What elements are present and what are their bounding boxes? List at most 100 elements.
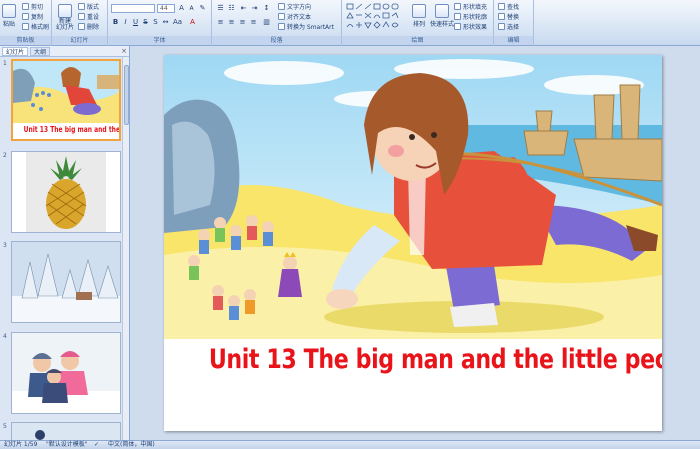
clipboard-group-label: 剪贴板 xyxy=(0,36,51,45)
thumbnail-1-illustration xyxy=(13,61,119,123)
fill-bucket-icon xyxy=(454,3,461,10)
clipboard-group: 粘贴 剪切 复制 格式刷 剪贴板 xyxy=(0,0,52,46)
slide-number: 3 xyxy=(3,242,7,249)
paste-button[interactable]: 粘贴 xyxy=(2,4,16,28)
align-right-button[interactable]: ≡ xyxy=(238,18,247,27)
layout-button[interactable]: 版式 xyxy=(78,2,99,11)
language-indicator: 中文(简体，中国) xyxy=(108,441,155,448)
paste-icon xyxy=(2,4,16,18)
kids-in-snow-image xyxy=(12,333,120,413)
cut-button[interactable]: 剪切 xyxy=(22,2,43,11)
clear-format-button[interactable]: ✎ xyxy=(198,4,207,13)
tab-outline[interactable]: 大纲 xyxy=(30,46,51,56)
quick-styles-button[interactable]: 快速样式 xyxy=(430,4,454,28)
panel-tabs: 幻灯片 大纲 xyxy=(0,46,129,57)
panel-scrollbar[interactable] xyxy=(122,57,129,440)
select-button[interactable]: 选择 xyxy=(498,22,519,31)
big-man-illustration xyxy=(164,55,662,339)
pen-outline-icon xyxy=(454,13,461,20)
slide-number: 5 xyxy=(3,423,7,430)
underline-button[interactable]: U xyxy=(131,18,140,27)
bold-button[interactable]: B xyxy=(111,18,120,27)
font-group: 44 A A ✎ B I U S S ↔ Aa A 字体 xyxy=(108,0,212,46)
snowy-forest-image xyxy=(12,242,120,322)
slide-thumbnail-3[interactable] xyxy=(11,241,121,323)
replace-button[interactable]: 替换 xyxy=(498,12,519,21)
slide-thumbnail-1[interactable]: Unit 13 The big man and the little peopl… xyxy=(11,59,121,141)
shrink-font-button[interactable]: A xyxy=(187,4,196,13)
scrollbar-thumb[interactable] xyxy=(124,65,129,125)
numbering-button[interactable]: ☷ xyxy=(227,4,236,13)
copy-button[interactable]: 复制 xyxy=(22,12,43,21)
close-panel-icon[interactable]: × xyxy=(121,47,127,55)
drawing-group-label: 绘图 xyxy=(342,36,493,45)
arrange-button[interactable]: 排列 xyxy=(412,4,426,28)
delete-icon xyxy=(78,23,85,30)
delete-slide-button[interactable]: 删除 xyxy=(78,22,99,31)
pineapple-image xyxy=(12,152,120,232)
cursor-icon xyxy=(498,23,505,30)
new-slide-button[interactable]: 新建 幻灯片 xyxy=(56,4,74,31)
font-size-combo[interactable]: 44 xyxy=(157,4,175,13)
slide-thumbnail-5[interactable] xyxy=(11,422,121,440)
reset-button[interactable]: 重设 xyxy=(78,12,99,21)
text-direction-button[interactable]: 文字方向 xyxy=(278,2,311,11)
grow-font-button[interactable]: A xyxy=(177,4,186,13)
current-slide[interactable]: Unit 13 The big man and the little peopl… xyxy=(164,55,662,431)
replace-icon xyxy=(498,13,505,20)
spellcheck-icon[interactable]: ✓ xyxy=(94,441,99,449)
case-button[interactable]: Aa xyxy=(173,18,182,27)
editing-group: 查找 替换 选择 编辑 xyxy=(494,0,534,46)
slide-number: 4 xyxy=(3,333,7,340)
theme-name: "默认设计模板" xyxy=(46,441,88,448)
decrease-indent-button[interactable]: ⇤ xyxy=(239,4,248,13)
align-left-button[interactable]: ≡ xyxy=(216,18,225,27)
font-name-combo[interactable] xyxy=(111,4,155,13)
ribbon: 粘贴 剪切 复制 格式刷 剪贴板 新建 幻灯片 版式 重设 删除 幻灯片 44 xyxy=(0,0,700,46)
format-painter-button[interactable]: 格式刷 xyxy=(22,22,49,31)
slide-title[interactable]: Unit 13 The big man and the little peopl… xyxy=(209,344,662,375)
shape-fill-button[interactable]: 形状填充 xyxy=(454,2,487,11)
slide-number: 1 xyxy=(3,60,7,67)
shadow-button[interactable]: S xyxy=(151,18,160,27)
font-group-label: 字体 xyxy=(108,36,211,45)
slide-thumbnail-2[interactable] xyxy=(11,151,121,233)
binoculars-icon xyxy=(498,3,505,10)
italic-button[interactable]: I xyxy=(121,18,130,27)
thumbnail-5-image xyxy=(12,423,120,440)
thumbnail-1-caption: Unit 13 The big man and the little peopl… xyxy=(23,125,121,134)
drawing-group: 排列 快速样式 形状填充 形状轮廓 形状效果 绘图 xyxy=(342,0,494,46)
slide-thumbnail-4[interactable] xyxy=(11,332,121,414)
text-direction-icon xyxy=(278,3,285,10)
shapes-gallery[interactable] xyxy=(346,3,406,31)
strikethrough-button[interactable]: S xyxy=(141,18,150,27)
paragraph-group: ☰ ☷ ⇤ ⇥ ↕ ≡ ≡ ≡ ≡ ▥ 文字方向 对齐文本 转换为 SmartA… xyxy=(212,0,342,46)
smartart-icon xyxy=(278,23,285,30)
smartart-button[interactable]: 转换为 SmartArt xyxy=(278,22,334,31)
slide-number: 2 xyxy=(3,152,7,159)
reset-icon xyxy=(78,13,85,20)
paragraph-group-label: 段落 xyxy=(212,36,341,45)
new-slide-icon xyxy=(58,4,72,18)
align-text-button[interactable]: 对齐文本 xyxy=(278,12,311,21)
arrange-icon xyxy=(412,4,426,18)
status-bar: 幻灯片 1/59 "默认设计模板" ✓ 中文(简体，中国) xyxy=(0,440,700,449)
shape-outline-button[interactable]: 形状轮廓 xyxy=(454,12,487,21)
spacing-button[interactable]: ↔ xyxy=(161,18,170,27)
slides-panel: 幻灯片 大纲 × 1 Unit 13 The big man and the l… xyxy=(0,46,130,440)
shape-effects-button[interactable]: 形状效果 xyxy=(454,22,487,31)
bullets-button[interactable]: ☰ xyxy=(216,4,225,13)
find-button[interactable]: 查找 xyxy=(498,2,519,11)
line-spacing-button[interactable]: ↕ xyxy=(262,4,271,13)
increase-indent-button[interactable]: ⇥ xyxy=(250,4,259,13)
brush-icon xyxy=(22,23,29,30)
scissors-icon xyxy=(22,3,29,10)
tab-slides[interactable]: 幻灯片 xyxy=(2,46,29,56)
columns-button[interactable]: ▥ xyxy=(262,18,271,27)
effects-icon xyxy=(454,23,461,30)
justify-button[interactable]: ≡ xyxy=(249,18,258,27)
slides-group-label: 幻灯片 xyxy=(52,36,107,45)
align-center-button[interactable]: ≡ xyxy=(227,18,236,27)
align-text-icon xyxy=(278,13,285,20)
font-color-button[interactable]: A xyxy=(188,18,197,27)
